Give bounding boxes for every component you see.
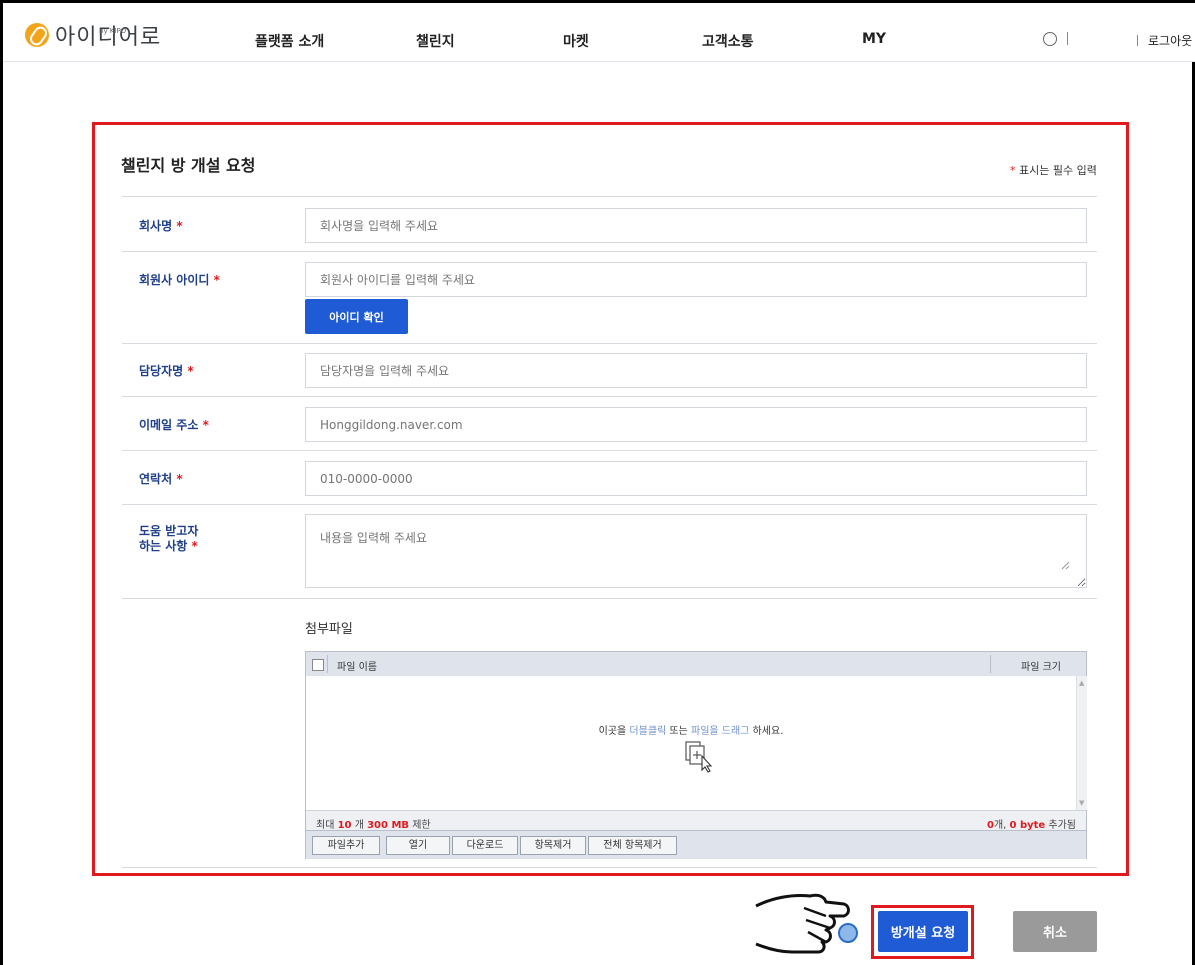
email-label: 이메일 주소 *	[139, 418, 209, 432]
member-id-label: 회원사 아이디 *	[139, 273, 220, 287]
file-status-bar: 최대 10 개 300 MB 제한 0개, 0 byte 추가됨	[306, 810, 1086, 831]
required-note: * 표시는 필수 입력	[1010, 164, 1097, 177]
file-limit-text: 최대 10 개 300 MB 제한	[316, 820, 431, 831]
scroll-up-icon[interactable]: ▲	[1079, 679, 1084, 687]
email-input[interactable]	[305, 407, 1087, 442]
attachment-title: 첨부파일	[305, 622, 353, 637]
file-add-icon	[685, 741, 713, 773]
nav-challenge[interactable]: 챌린지	[416, 31, 455, 51]
cancel-button[interactable]: 취소	[1013, 911, 1097, 952]
manager-name-input[interactable]	[305, 353, 1087, 388]
file-action-bar: 파일추가 열기 다운로드 항목제거 전체 항목제거	[306, 830, 1086, 859]
phone-label: 연락처 *	[139, 472, 183, 486]
pointing-hand-icon	[755, 893, 858, 954]
divider	[122, 196, 1097, 197]
divider	[122, 598, 1097, 599]
remove-all-button[interactable]: 전체 항목제거	[588, 836, 677, 855]
help-request-textarea[interactable]	[305, 514, 1087, 588]
divider	[122, 343, 1097, 344]
nav-platform-intro[interactable]: 플랫폼 소개	[255, 31, 324, 51]
open-file-button[interactable]: 열기	[386, 836, 450, 855]
select-all-checkbox[interactable]	[312, 659, 324, 671]
file-table-header: 파일 이름 파일 크기	[306, 652, 1086, 677]
help-request-label: 도움 받고자 하는 사항 *	[139, 524, 199, 553]
column-file-size: 파일 크기	[1021, 662, 1061, 673]
divider	[122, 450, 1097, 451]
manager-name-label: 담당자명 *	[139, 364, 194, 378]
scroll-down-icon[interactable]: ▼	[1079, 799, 1084, 807]
room-request-button[interactable]: 방개설 요청	[878, 911, 968, 952]
download-button[interactable]: 다운로드	[452, 836, 518, 855]
file-drop-zone[interactable]: 이곳을 더블클릭 또는 파일을 드래그 하세요.	[306, 676, 1076, 810]
logout-link[interactable]: 로그아웃	[1148, 32, 1192, 49]
logo-text: 아이디어로	[55, 25, 162, 50]
page-title: 챌린지 방 개설 요청	[121, 156, 256, 175]
nav-my[interactable]: MY	[862, 31, 886, 47]
logo-subtext: by KIPO	[99, 27, 127, 35]
file-added-text: 0개, 0 byte 추가됨	[986, 820, 1076, 831]
remove-item-button[interactable]: 항목제거	[520, 836, 586, 855]
divider	[122, 504, 1097, 505]
nav-customer[interactable]: 고객소통	[702, 31, 754, 51]
divider	[122, 867, 1097, 868]
file-uploader: 파일 이름 파일 크기 이곳을 더블클릭 또는 파일을 드래그 하세요. ▲ ▼…	[305, 651, 1087, 859]
site-logo[interactable]: 아이디어로	[25, 19, 161, 51]
id-check-button[interactable]: 아이디 확인	[305, 299, 408, 334]
divider	[122, 251, 1097, 252]
file-list-scrollbar[interactable]: ▲ ▼	[1076, 676, 1087, 810]
resize-handle-icon[interactable]	[1060, 560, 1070, 570]
phone-input[interactable]	[305, 461, 1087, 496]
search-icon[interactable]	[1043, 32, 1057, 46]
logo-icon	[25, 23, 49, 47]
divider	[1067, 32, 1068, 45]
divider	[122, 396, 1097, 397]
add-file-button[interactable]: 파일추가	[312, 836, 380, 855]
nav-market[interactable]: 마켓	[563, 31, 589, 51]
member-id-input[interactable]	[305, 262, 1087, 297]
company-name-input[interactable]	[305, 208, 1087, 243]
column-file-name: 파일 이름	[337, 662, 377, 673]
top-navigation: 아이디어로 by KIPO 플랫폼 소개 챌린지 마켓 고객소통 MY 로그아웃	[3, 3, 1195, 62]
company-name-label: 회사명 *	[139, 219, 183, 233]
divider	[1137, 35, 1138, 46]
drop-instruction: 이곳을 더블클릭 또는 파일을 드래그 하세요.	[598, 726, 784, 737]
